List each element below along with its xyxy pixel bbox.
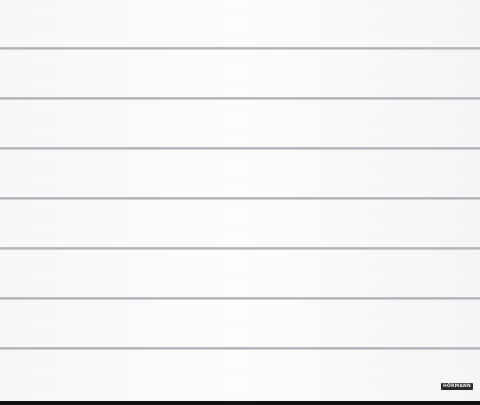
panel-groove — [0, 247, 480, 250]
brand-logo-plate: HÖRMANN — [441, 383, 473, 390]
panel-groove — [0, 147, 480, 150]
door-panel-surface — [0, 0, 480, 401]
brand-logo: HÖRMANN — [443, 384, 471, 389]
panel-groove — [0, 97, 480, 100]
bottom-seal — [0, 401, 480, 405]
panel-groove — [0, 197, 480, 200]
panel-groove — [0, 347, 480, 350]
panel-groove — [0, 47, 480, 50]
garage-door: HÖRMANN — [0, 0, 480, 405]
panel-groove — [0, 297, 480, 300]
